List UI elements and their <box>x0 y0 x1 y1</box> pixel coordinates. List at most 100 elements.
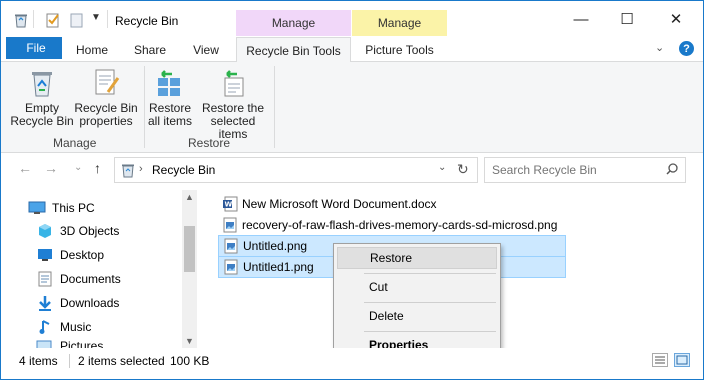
menu-item-delete[interactable]: Delete <box>337 305 497 327</box>
scrollbar-thumb[interactable] <box>184 226 195 272</box>
back-button[interactable]: ← <box>18 160 32 176</box>
properties-icon <box>95 69 120 95</box>
nav-label: Documents <box>60 272 121 286</box>
nav-label: Downloads <box>60 296 120 310</box>
search-box[interactable] <box>484 157 686 183</box>
address-dropdown-icon[interactable]: ⌄ <box>438 162 446 173</box>
menu-item-restore[interactable]: Restore <box>337 247 497 269</box>
recycle-bin-tools-context-header: Manage <box>236 10 351 36</box>
documents-icon <box>36 271 54 287</box>
picture-tools-context-header: Manage <box>352 10 447 36</box>
large-icons-view-icon[interactable] <box>674 353 690 367</box>
list-item[interactable]: recovery-of-raw-flash-drives-memory-card… <box>218 214 557 236</box>
properties-quick-access-icon[interactable] <box>45 12 61 28</box>
nav-item-pictures[interactable]: Pictures <box>36 340 176 348</box>
nav-item-documents[interactable]: Documents <box>36 268 121 290</box>
forward-button[interactable]: → <box>44 160 58 176</box>
window-title: Recycle Bin <box>115 14 179 28</box>
tab-share[interactable]: Share <box>123 37 177 62</box>
menu-item-cut[interactable]: Cut <box>337 276 497 298</box>
file-name: Untitled1.png <box>243 260 314 274</box>
help-icon[interactable]: ? <box>679 41 694 56</box>
nav-label: Pictures <box>60 340 104 348</box>
restore-all-items-button[interactable]: Restore all items <box>147 66 193 128</box>
group-divider <box>144 66 145 148</box>
svg-text:W: W <box>225 201 233 209</box>
restore-all-icon <box>158 70 180 96</box>
nav-label: Music <box>60 320 92 334</box>
recent-locations-dropdown-icon[interactable]: ⌄ <box>74 162 82 173</box>
divider <box>107 10 108 28</box>
this-pc-icon <box>28 200 46 216</box>
customize-quick-access-dropdown-icon[interactable]: ▼ <box>91 12 101 23</box>
empty-recycle-bin-button[interactable]: Empty Recycle Bin <box>10 66 74 128</box>
refresh-icon[interactable]: ↻ <box>457 161 469 178</box>
nav-item-desktop[interactable]: Desktop <box>36 244 104 266</box>
menu-separator <box>364 331 496 332</box>
scroll-down-icon[interactable]: ▼ <box>185 336 194 346</box>
image-icon <box>224 238 238 254</box>
divider <box>33 10 34 28</box>
group-label-restore: Restore <box>188 136 231 150</box>
music-icon <box>36 319 54 335</box>
title-bar: ▼ Recycle Bin Manage Manage — ☐ ✕ <box>1 1 703 37</box>
image-icon <box>224 259 238 275</box>
search-icon[interactable] <box>665 162 679 179</box>
close-button[interactable]: ✕ <box>653 4 699 34</box>
menu-separator <box>364 302 496 303</box>
tab-home[interactable]: Home <box>65 37 119 62</box>
recycle-bin-icon <box>13 12 29 28</box>
restore-selected-icon <box>224 70 244 97</box>
word-doc-icon: W <box>223 196 238 212</box>
status-bar: 4 items 2 items selected 100 KB <box>1 348 703 374</box>
file-name: New Microsoft Word Document.docx <box>242 197 437 211</box>
tab-recycle-bin-tools[interactable]: Recycle Bin Tools <box>236 37 351 63</box>
downloads-icon <box>36 295 54 311</box>
status-selection: 2 items selected <box>78 354 165 368</box>
group-divider <box>274 66 275 148</box>
nav-item-this-pc[interactable]: This PC <box>28 197 95 219</box>
restore-all-label-2: all items <box>147 114 192 128</box>
context-menu: Restore Cut Delete Properties <box>333 243 501 359</box>
up-button[interactable]: ↑ <box>94 160 101 176</box>
nav-label: Desktop <box>60 248 105 262</box>
recycle-bin-properties-button[interactable]: Recycle Bin properties <box>74 66 138 128</box>
nav-label: This PC <box>52 201 95 215</box>
details-view-icon[interactable] <box>652 353 668 367</box>
recycle-bin-properties-label-2: properties <box>79 114 133 128</box>
address-bar[interactable]: › Recycle Bin ⌄ ↻ <box>114 157 478 183</box>
breadcrumb-chevron-icon[interactable]: › <box>139 163 143 175</box>
empty-recycle-bin-label-2: Recycle Bin <box>10 114 74 128</box>
recycle-bin-icon <box>32 72 52 97</box>
nav-label: 3D Objects <box>60 224 120 238</box>
nav-item-3d-objects[interactable]: 3D Objects <box>36 220 119 242</box>
recycle-bin-icon <box>120 162 136 181</box>
desktop-icon <box>36 247 54 263</box>
tab-view[interactable]: View <box>181 37 231 62</box>
group-label-manage: Manage <box>53 136 97 150</box>
new-folder-quick-access-icon[interactable] <box>69 12 85 28</box>
status-size: 100 KB <box>170 354 210 368</box>
pictures-icon <box>36 340 54 348</box>
3d-objects-icon <box>36 223 54 239</box>
status-divider <box>69 354 70 368</box>
status-item-count: 4 items <box>19 354 58 368</box>
maximize-button[interactable]: ☐ <box>604 4 650 34</box>
list-item[interactable]: W New Microsoft Word Document.docx <box>218 193 437 215</box>
tab-file[interactable]: File <box>6 37 62 59</box>
breadcrumb-recycle-bin[interactable]: Recycle Bin <box>152 163 215 177</box>
menu-separator <box>364 273 496 274</box>
nav-item-downloads[interactable]: Downloads <box>36 292 119 314</box>
search-input[interactable] <box>492 161 660 179</box>
nav-item-music[interactable]: Music <box>36 316 91 338</box>
scroll-up-icon[interactable]: ▲ <box>185 192 194 202</box>
file-name: Untitled.png <box>243 239 308 253</box>
tab-picture-tools[interactable]: Picture Tools <box>352 37 447 62</box>
file-name: recovery-of-raw-flash-drives-memory-card… <box>242 218 558 232</box>
minimize-button[interactable]: — <box>558 4 604 34</box>
expand-ribbon-icon[interactable]: ⌄ <box>655 41 664 54</box>
image-icon <box>223 217 237 233</box>
nav-pane-scrollbar[interactable]: ▲ ▼ <box>182 190 197 350</box>
ribbon: Empty Recycle Bin Recycle Bin properties… <box>1 62 703 153</box>
restore-selected-items-button[interactable]: Restore the selected items <box>196 66 270 141</box>
